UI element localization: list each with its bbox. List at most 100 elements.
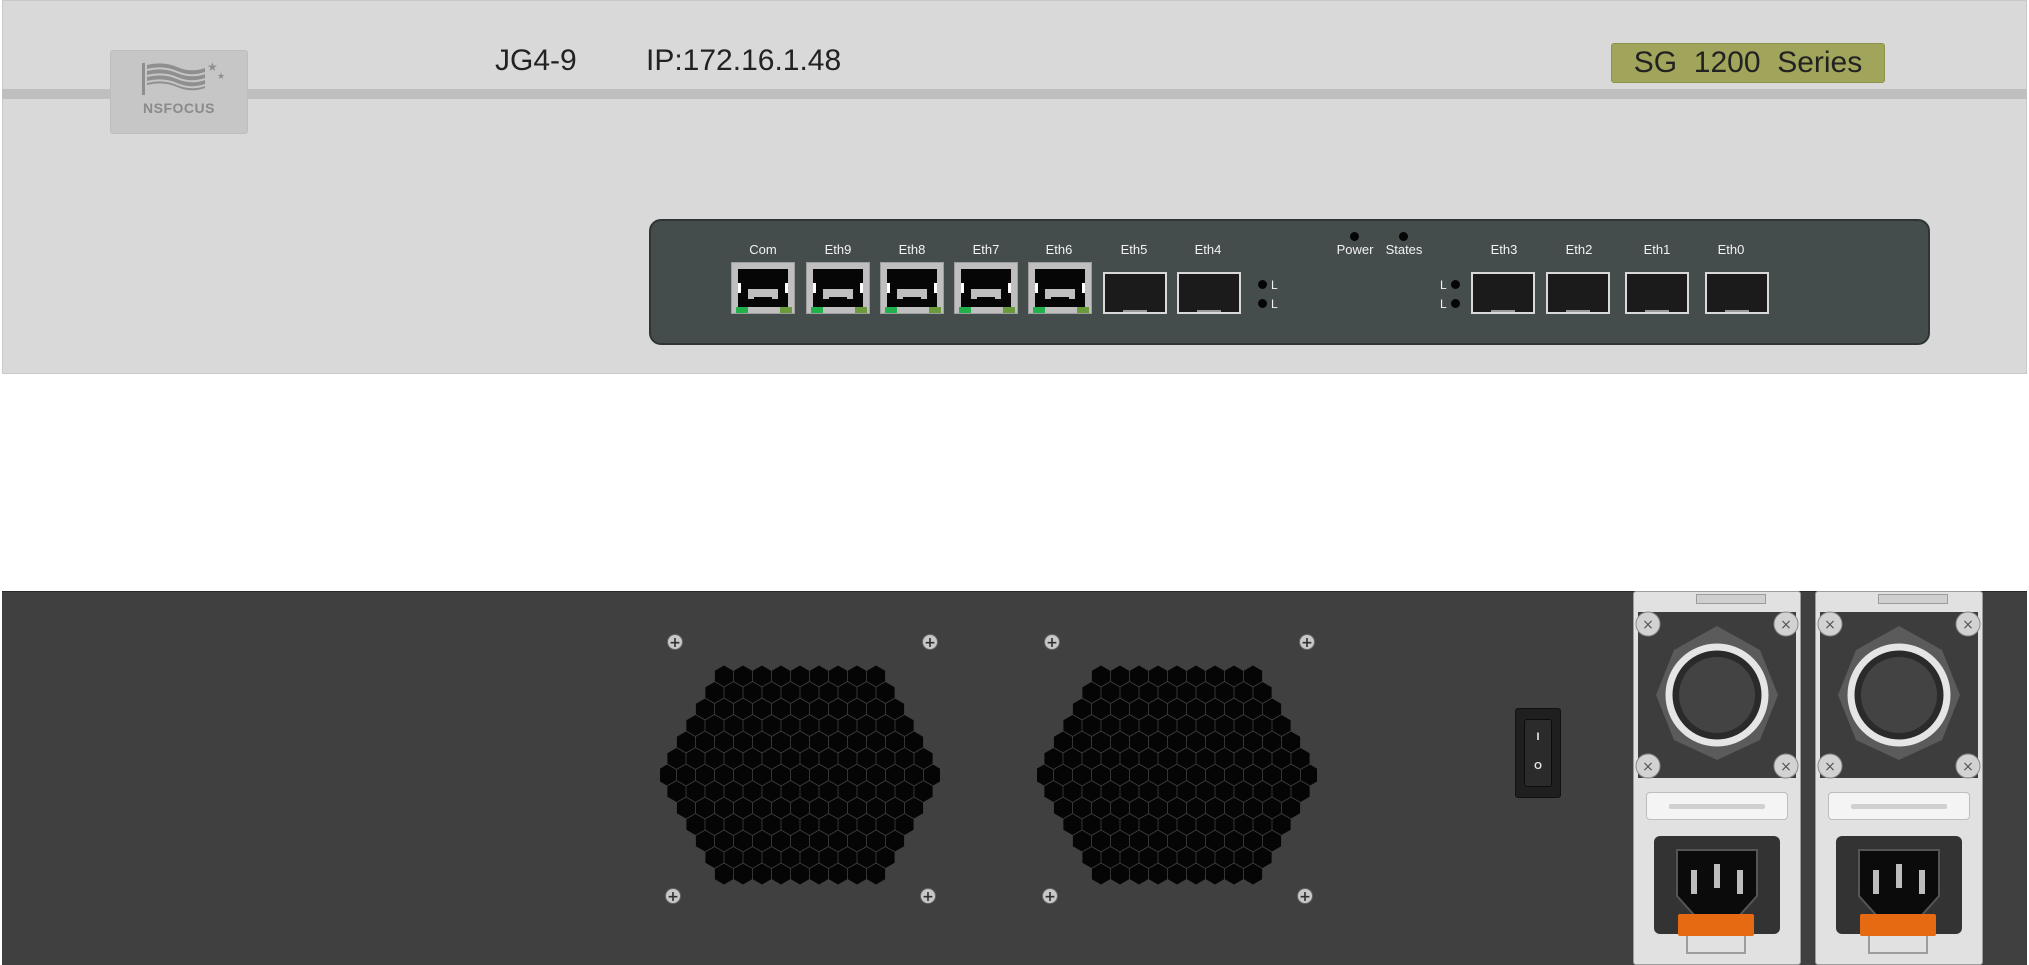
vent-hole — [1262, 731, 1282, 753]
vent-hole — [1186, 764, 1206, 786]
rj45-port-eth6[interactable] — [1028, 262, 1092, 314]
vent-hole — [838, 847, 857, 868]
vent-hole — [1053, 731, 1073, 753]
vent-hole — [724, 781, 743, 802]
vent-hole — [895, 781, 914, 802]
vent-hole — [790, 830, 810, 852]
vent-hole — [857, 748, 876, 769]
vent-hole — [819, 814, 838, 835]
vent-hole — [771, 731, 791, 753]
vent-hole — [847, 797, 867, 819]
device-name: JG4-9 — [495, 44, 577, 77]
vent-hole — [724, 814, 743, 835]
vent-hole — [790, 764, 810, 786]
vent-hole — [1120, 715, 1139, 736]
vent-hole — [866, 797, 886, 819]
vent-hole — [752, 863, 772, 885]
vent-hole — [904, 797, 924, 819]
power-switch[interactable]: I O — [1515, 708, 1561, 798]
fan-grille-1 — [660, 665, 940, 885]
fan-grille-2 — [1037, 665, 1317, 885]
sfp-port-eth1[interactable] — [1625, 272, 1689, 314]
vent-hole — [1139, 814, 1158, 835]
vent-hole — [904, 731, 924, 753]
vent-hole — [1167, 698, 1187, 720]
activity-led — [1003, 307, 1015, 313]
vent-hole — [828, 863, 848, 885]
rj45-port-eth8[interactable] — [880, 262, 944, 314]
sfp-port-eth0[interactable] — [1705, 272, 1769, 314]
vent-hole — [1139, 847, 1158, 868]
psu-release-latch[interactable] — [1860, 914, 1936, 936]
sfp-port-eth5[interactable] — [1103, 272, 1167, 314]
vent-hole — [1053, 797, 1073, 819]
vent-hole — [743, 682, 762, 703]
vent-hole — [1120, 814, 1139, 835]
vent-hole — [714, 797, 734, 819]
vent-hole — [1253, 847, 1272, 868]
vent-hole — [1167, 797, 1187, 819]
vent-hole — [1072, 731, 1092, 753]
vent-hole — [1281, 764, 1301, 786]
vent-hole — [1091, 698, 1111, 720]
vent-hole — [714, 764, 734, 786]
vent-hole — [1158, 682, 1177, 703]
sfp-port-eth3[interactable] — [1471, 272, 1535, 314]
vent-hole — [885, 731, 905, 753]
rj45-port-com[interactable] — [731, 262, 795, 314]
vent-hole — [828, 665, 848, 687]
vent-hole — [1234, 748, 1253, 769]
vent-hole — [1082, 847, 1101, 868]
vent-hole — [1205, 863, 1225, 885]
port-label-eth5: Eth5 — [1120, 242, 1148, 257]
vent-hole — [1177, 682, 1196, 703]
states-led — [1399, 232, 1408, 241]
vent-hole — [1253, 748, 1272, 769]
vent-hole — [1234, 814, 1253, 835]
psu-release-latch[interactable] — [1678, 914, 1754, 936]
link-led-label: L — [1440, 297, 1447, 311]
rj45-port-eth9[interactable] — [806, 262, 870, 314]
nsfocus-flag-icon: ★ ★ — [142, 60, 225, 95]
vent-hole — [800, 781, 819, 802]
vent-hole — [1196, 814, 1215, 835]
vent-hole — [743, 847, 762, 868]
vent-hole — [752, 830, 772, 852]
rj45-port-eth7[interactable] — [954, 262, 1018, 314]
psu-handle — [1696, 594, 1766, 604]
sfp-port-eth2[interactable] — [1546, 272, 1610, 314]
vent-hole — [1177, 814, 1196, 835]
vent-hole — [876, 748, 895, 769]
psu-pull-handle[interactable] — [1686, 936, 1746, 954]
vent-hole — [866, 698, 886, 720]
svg-text:×: × — [1780, 759, 1792, 775]
link-led-eth4 — [1258, 299, 1267, 308]
vent-hole — [1044, 748, 1063, 769]
vent-hole — [1253, 781, 1272, 802]
activity-led — [929, 307, 941, 313]
vent-hole — [885, 830, 905, 852]
vent-hole — [686, 781, 705, 802]
vent-hole — [866, 665, 886, 687]
vent-hole — [857, 715, 876, 736]
power-supply-2[interactable]: × × × × — [1815, 591, 1983, 965]
vent-hole — [1215, 682, 1234, 703]
vent-hole — [676, 797, 696, 819]
vent-hole — [1177, 715, 1196, 736]
psu-pull-handle[interactable] — [1868, 936, 1928, 954]
vent-hole — [828, 731, 848, 753]
link-led — [1033, 307, 1045, 313]
vent-hole — [895, 814, 914, 835]
sfp-port-eth4[interactable] — [1177, 272, 1241, 314]
vent-hole — [1177, 748, 1196, 769]
vent-hole — [1167, 731, 1187, 753]
power-supply-1[interactable]: × × × × — [1633, 591, 1801, 965]
vent-hole — [1243, 698, 1263, 720]
vent-hole — [743, 781, 762, 802]
vent-hole — [790, 698, 810, 720]
vent-hole — [1082, 682, 1101, 703]
vent-hole — [1148, 698, 1168, 720]
vent-hole — [1215, 715, 1234, 736]
link-led-eth5 — [1258, 280, 1267, 289]
vent-hole — [1129, 698, 1149, 720]
